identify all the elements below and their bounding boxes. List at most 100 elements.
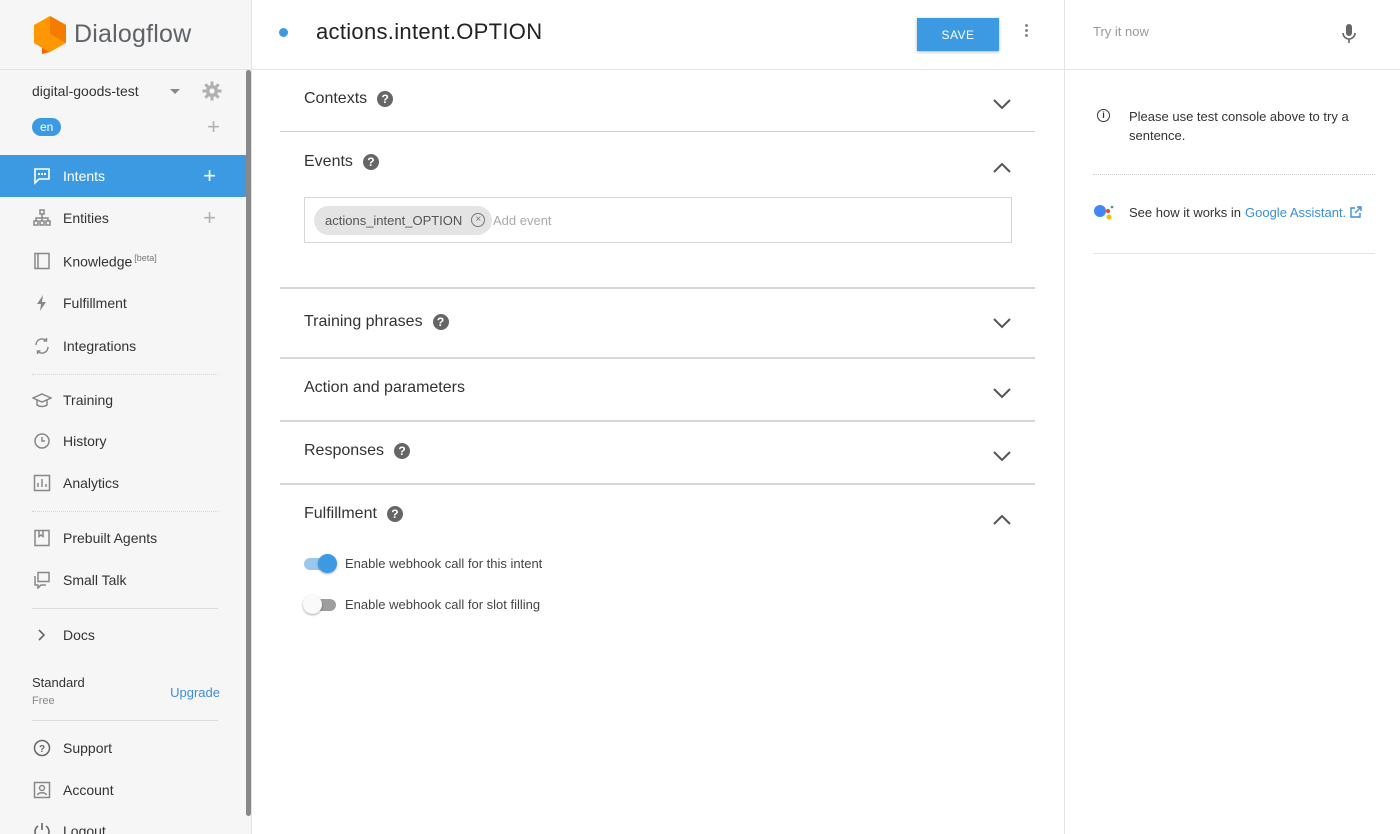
section-divider xyxy=(280,131,1035,132)
help-icon[interactable]: ? xyxy=(362,154,379,170)
dialogflow-console: Dialogflow digital-goods-test en + Inten… xyxy=(0,0,1400,834)
help-icon[interactable]: ? xyxy=(377,91,394,107)
sidebar-item-small-talk[interactable]: Small Talk xyxy=(0,559,246,601)
section-title: Contexts xyxy=(304,90,368,107)
google-assistant-icon xyxy=(1094,205,1114,220)
chevron-down-icon[interactable] xyxy=(992,386,1012,400)
sidebar-item-account[interactable]: Account xyxy=(0,769,246,811)
sidebar-item-label: Entities xyxy=(63,210,109,226)
add-event-input[interactable] xyxy=(493,213,793,228)
sidebar-item-label: Account xyxy=(63,782,114,798)
chevron-down-icon[interactable] xyxy=(992,316,1012,330)
graduation-cap-icon xyxy=(32,390,52,410)
sidebar-item-label: Docs xyxy=(63,627,95,643)
ga-text: See how it works in xyxy=(1129,204,1241,220)
agent-name: digital-goods-test xyxy=(32,83,139,99)
dialogflow-logo-icon xyxy=(34,15,66,54)
test-console: i Please use test console above to try a… xyxy=(1064,0,1400,834)
add-intent-plus-icon[interactable]: + xyxy=(203,165,216,187)
plan-info: Standard Free Upgrade xyxy=(32,675,220,707)
agent-selector[interactable]: digital-goods-test xyxy=(32,80,222,102)
sidebar-item-label: Fulfillment xyxy=(63,295,127,311)
sidebar-item-intents[interactable]: Intents + xyxy=(0,155,246,197)
sidebar-item-logout[interactable]: Logout xyxy=(0,810,246,834)
event-chip[interactable]: actions_intent_OPTION × xyxy=(314,206,493,235)
chevron-down-icon[interactable] xyxy=(992,449,1012,463)
sidebar-item-label: Intents xyxy=(63,168,106,184)
clock-icon xyxy=(32,431,52,451)
language-chip[interactable]: en xyxy=(32,118,62,136)
chevron-down-icon[interactable] xyxy=(992,97,1012,111)
help-icon[interactable]: ? xyxy=(432,314,449,330)
slot-filling-toggle-row: Enable webhook call for slot filling xyxy=(303,595,540,614)
status-dot-icon xyxy=(279,28,288,37)
info-message-text: Please use test console above to try a s… xyxy=(1129,109,1349,143)
chat-bubble-icon xyxy=(32,166,52,186)
sidebar-scrollbar[interactable] xyxy=(246,70,251,816)
sidebar-item-docs[interactable]: Docs xyxy=(0,614,246,656)
section-title: Responses xyxy=(304,442,385,459)
section-divider xyxy=(280,357,1035,359)
sidebar-item-support[interactable]: ? Support xyxy=(0,727,246,769)
language-row: en + xyxy=(32,116,222,138)
sidebar-item-entities[interactable]: Entities + xyxy=(0,197,246,239)
sidebar-item-training[interactable]: Training xyxy=(0,379,246,421)
add-entity-plus-icon[interactable]: + xyxy=(203,207,216,229)
chevron-right-icon xyxy=(32,625,52,645)
book-icon xyxy=(32,251,52,271)
section-contexts[interactable]: Contexts ? xyxy=(304,90,394,108)
section-divider xyxy=(280,420,1035,422)
section-title: Training phrases xyxy=(304,313,423,330)
section-fulfillment[interactable]: Fulfillment ? xyxy=(304,505,403,523)
sidebar-divider xyxy=(32,608,218,609)
slot-filling-toggle[interactable] xyxy=(303,595,336,614)
brand-name: Dialogflow xyxy=(74,20,192,48)
section-events[interactable]: Events ? xyxy=(304,153,379,171)
add-language-plus-icon[interactable]: + xyxy=(207,116,220,138)
dropdown-caret-icon[interactable] xyxy=(170,88,180,94)
sidebar-item-fulfillment[interactable]: Fulfillment xyxy=(0,282,246,324)
microphone-icon[interactable] xyxy=(1341,22,1357,46)
webhook-toggle[interactable] xyxy=(304,554,337,573)
events-field[interactable]: actions_intent_OPTION × xyxy=(304,197,1012,243)
section-action-parameters[interactable]: Action and parameters xyxy=(304,379,465,397)
upgrade-link[interactable]: Upgrade xyxy=(170,685,220,700)
sidebar-item-analytics[interactable]: Analytics xyxy=(0,462,246,504)
section-responses[interactable]: Responses ? xyxy=(304,442,411,460)
intent-name[interactable]: actions.intent.OPTION xyxy=(316,19,542,45)
sidebar-item-history[interactable]: History xyxy=(0,420,246,462)
gear-icon[interactable] xyxy=(202,81,222,101)
beta-badge: [beta] xyxy=(134,252,157,263)
section-training-phrases[interactable]: Training phrases ? xyxy=(304,313,449,331)
chat-squares-icon xyxy=(32,570,52,590)
save-button[interactable]: SAVE xyxy=(917,18,999,51)
try-it-now-input[interactable] xyxy=(1093,24,1293,39)
lightning-icon xyxy=(32,293,52,313)
sidebar-item-label: Logout xyxy=(63,823,106,834)
svg-text:?: ? xyxy=(39,744,45,755)
sidebar-item-integrations[interactable]: Integrations xyxy=(0,325,246,367)
remove-chip-icon[interactable]: × xyxy=(471,213,486,227)
chevron-up-icon[interactable] xyxy=(992,161,1012,175)
chevron-up-icon[interactable] xyxy=(992,513,1012,527)
more-options-icon[interactable] xyxy=(1022,24,1030,37)
intent-editor: Contexts ? Events ? actions_intent_OPTIO… xyxy=(252,70,1064,834)
sidebar-item-label: Training xyxy=(63,392,114,408)
sidebar-item-label: Knowledge [beta] xyxy=(63,252,157,270)
sidebar-item-knowledge[interactable]: Knowledge [beta] xyxy=(0,240,246,282)
brand-header: Dialogflow xyxy=(0,0,251,70)
google-assistant-row: See how it works in Google Assistant. xyxy=(1093,202,1362,222)
info-message: i Please use test console above to try a… xyxy=(1097,107,1368,145)
external-link-icon[interactable] xyxy=(1350,206,1362,218)
section-title: Action and parameters xyxy=(304,379,465,396)
help-icon[interactable]: ? xyxy=(394,443,411,459)
google-assistant-link[interactable]: Google Assistant. xyxy=(1245,205,1346,220)
help-icon[interactable]: ? xyxy=(386,506,403,522)
sidebar-divider xyxy=(32,374,218,375)
sidebar-item-prebuilt-agents[interactable]: Prebuilt Agents xyxy=(0,517,246,559)
account-icon xyxy=(32,780,52,800)
info-icon: i xyxy=(1097,109,1110,122)
sidebar-divider xyxy=(32,511,218,512)
webhook-toggle-label: Enable webhook call for this intent xyxy=(345,555,543,571)
bar-chart-icon xyxy=(32,473,52,493)
